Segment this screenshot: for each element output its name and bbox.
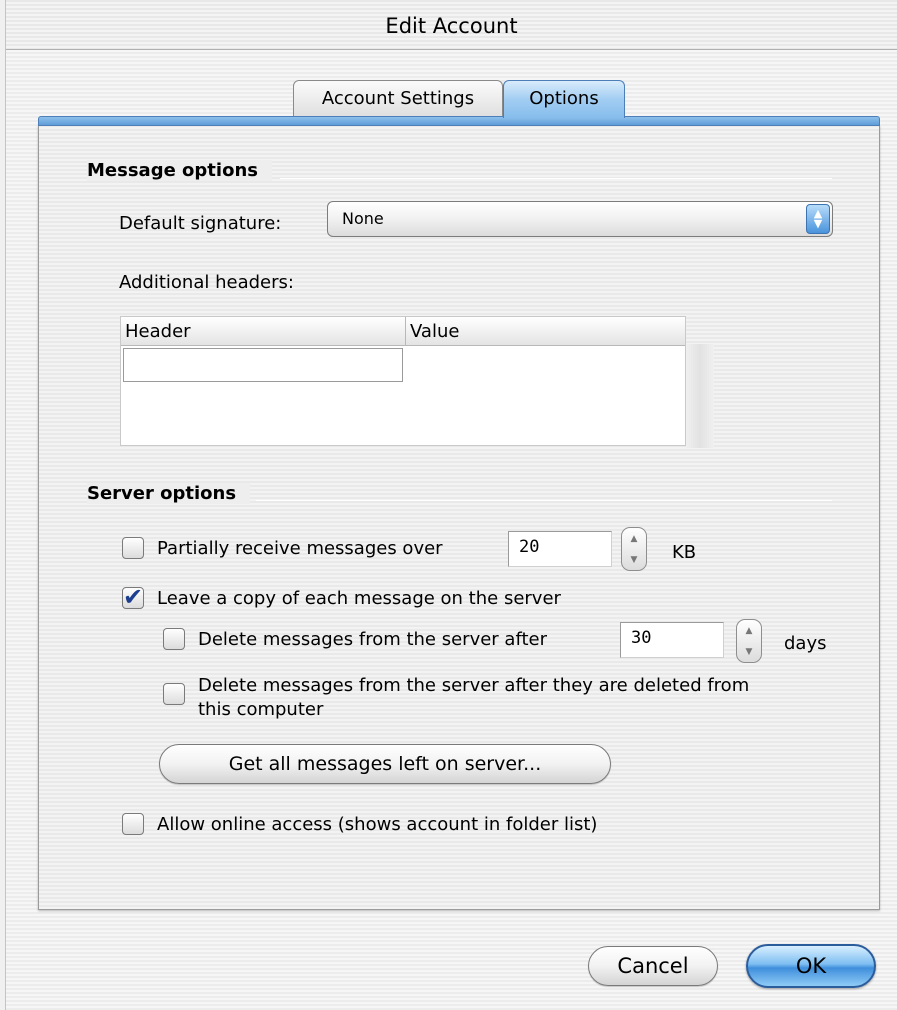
- delete-days-unit: days: [784, 633, 827, 654]
- stepper-up-icon[interactable]: ▲: [746, 626, 753, 636]
- online-access-label: Allow online access (shows account in fo…: [157, 814, 598, 835]
- additional-headers-table[interactable]: Header Value: [120, 316, 686, 446]
- cancel-button[interactable]: Cancel: [588, 946, 718, 986]
- leave-copy-label: Leave a copy of each message on the serv…: [157, 588, 561, 609]
- delete-after-days-checkbox[interactable]: [163, 628, 185, 650]
- table-scrollbar-track[interactable]: [686, 344, 714, 448]
- message-options-divider: [280, 178, 832, 179]
- partial-size-input[interactable]: 20: [508, 531, 612, 567]
- options-panel: [38, 125, 880, 910]
- stepper-down-icon[interactable]: ▼: [746, 647, 753, 657]
- leave-copy-checkbox[interactable]: ✔: [122, 585, 144, 609]
- stepper-up-icon[interactable]: ▲: [631, 534, 638, 544]
- header-cell-input[interactable]: [123, 348, 403, 382]
- ok-button[interactable]: OK: [746, 944, 876, 988]
- checkmark-icon: ✔: [123, 583, 144, 611]
- tab-panel-header-bar: [38, 116, 880, 126]
- partial-size-stepper[interactable]: ▲ ▼: [621, 527, 647, 571]
- window-left-edge: [0, 0, 6, 1010]
- tab-account-settings[interactable]: Account Settings: [293, 80, 503, 118]
- delete-when-deleted-checkbox[interactable]: [163, 683, 185, 705]
- delete-when-deleted-label-line1: Delete messages from the server after th…: [198, 675, 750, 696]
- stepper-down-icon[interactable]: ▼: [631, 555, 638, 565]
- partially-receive-label: Partially receive messages over: [157, 538, 443, 559]
- default-signature-label: Default signature:: [119, 213, 282, 234]
- window-title: Edit Account: [6, 0, 897, 50]
- partial-size-unit: KB: [672, 542, 697, 563]
- server-options-heading: Server options: [87, 483, 251, 504]
- additional-headers-label: Additional headers:: [119, 272, 294, 293]
- message-options-heading: Message options: [87, 160, 272, 181]
- server-options-divider: [256, 500, 832, 501]
- online-access-checkbox[interactable]: [122, 813, 144, 835]
- get-all-messages-button[interactable]: Get all messages left on server...: [159, 744, 611, 784]
- delete-days-input[interactable]: 30: [620, 622, 724, 658]
- default-signature-value: None: [342, 209, 384, 228]
- delete-after-days-label: Delete messages from the server after: [198, 629, 548, 650]
- delete-when-deleted-label-line2: this computer: [198, 699, 324, 720]
- tab-options[interactable]: Options: [503, 80, 625, 118]
- select-arrows-icon: ▲ ▼: [806, 204, 830, 234]
- partially-receive-checkbox[interactable]: [122, 537, 144, 559]
- column-header-value[interactable]: Value: [406, 317, 685, 346]
- delete-days-stepper[interactable]: ▲ ▼: [736, 619, 762, 663]
- default-signature-select[interactable]: None ▲ ▼: [327, 201, 833, 237]
- table-header-row: Header Value: [121, 317, 685, 346]
- column-header-header[interactable]: Header: [121, 317, 406, 346]
